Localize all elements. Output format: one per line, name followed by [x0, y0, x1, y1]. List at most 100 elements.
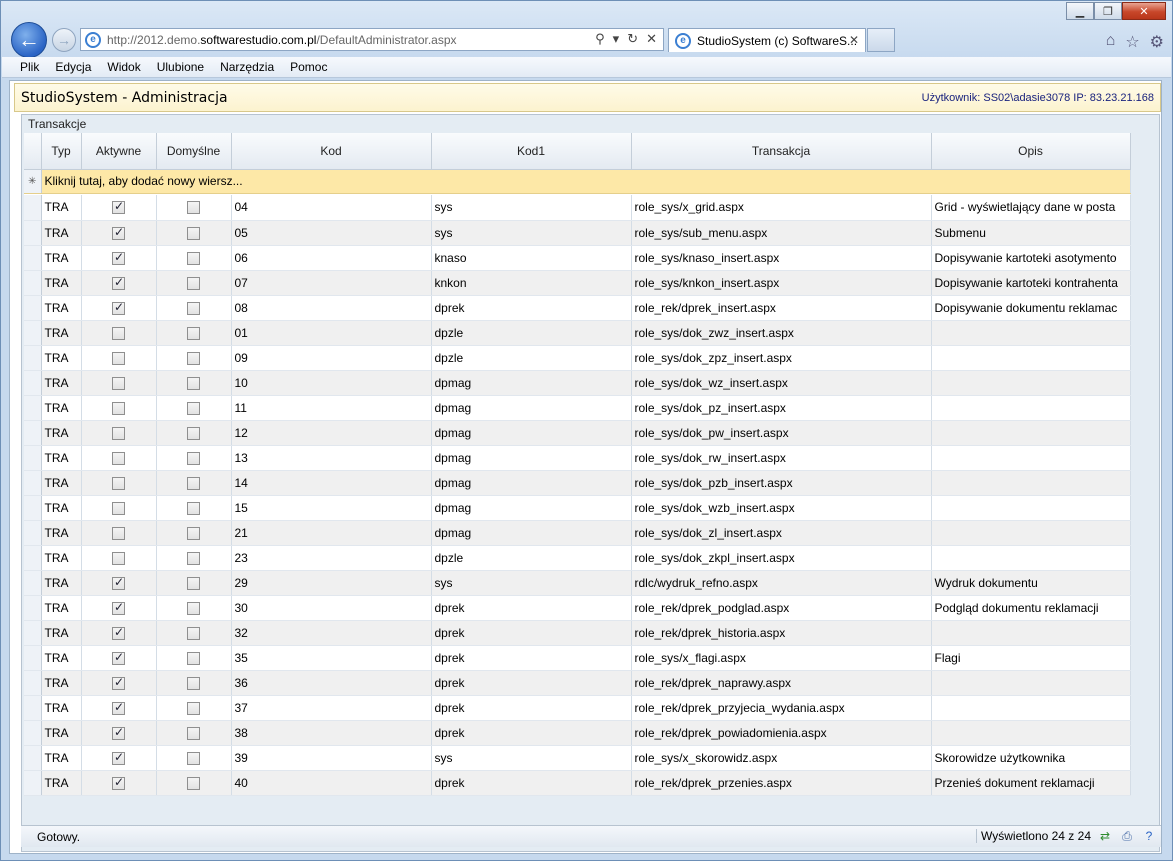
cell-kod1[interactable]: dpzle [431, 345, 632, 371]
cell-domyslne[interactable] [156, 495, 232, 521]
cell-domyslne[interactable] [156, 745, 232, 771]
forward-button[interactable]: → [52, 28, 76, 52]
cell-transakcja[interactable]: role_rek/dprek_naprawy.aspx [631, 670, 932, 696]
cell-typ[interactable]: TRA [41, 645, 82, 671]
cell-typ[interactable]: TRA [41, 695, 82, 721]
cell-domyslne[interactable] [156, 545, 232, 571]
aktywne-checkbox[interactable] [112, 326, 125, 340]
cell-aktywne[interactable] [81, 545, 157, 571]
aktywne-checkbox[interactable] [112, 750, 125, 765]
help-icon[interactable]: ? [1141, 828, 1157, 844]
cell-aktywne[interactable] [81, 420, 157, 446]
cell-typ[interactable]: TRA [41, 270, 82, 296]
cell-kod1[interactable]: dprek [431, 620, 632, 646]
cell-aktywne[interactable] [81, 295, 157, 321]
domyslne-checkbox[interactable] [187, 776, 200, 790]
column-header-transakcja[interactable]: Transakcja [631, 133, 932, 170]
cell-kod[interactable]: 07 [231, 270, 432, 296]
cell-typ[interactable]: TRA [41, 745, 82, 771]
table-row[interactable]: TRA 35dprekrole_sys/x_flagi.aspxFlagi [24, 645, 1131, 671]
domyslne-checkbox[interactable] [187, 501, 200, 515]
aktywne-checkbox[interactable] [112, 451, 125, 465]
cell-domyslne[interactable] [156, 670, 232, 696]
row-selector[interactable] [24, 520, 42, 546]
cell-domyslne[interactable] [156, 295, 232, 321]
table-row[interactable]: TRA 29sysrdlc/wydruk_refno.aspxWydruk dok… [24, 570, 1131, 596]
domyslne-checkbox[interactable] [187, 726, 200, 740]
aktywne-checkbox[interactable] [112, 476, 125, 490]
cell-kod[interactable]: 38 [231, 720, 432, 746]
domyslne-checkbox[interactable] [187, 476, 200, 490]
cell-typ[interactable]: TRA [41, 770, 82, 796]
aktywne-checkbox[interactable] [112, 650, 125, 665]
cell-typ[interactable]: TRA [41, 220, 82, 246]
cell-transakcja[interactable]: role_rek/dprek_powiadomienia.aspx [631, 720, 932, 746]
minimize-button[interactable]: ▁ [1066, 2, 1094, 20]
aktywne-checkbox[interactable] [112, 575, 125, 590]
cell-opis[interactable] [931, 370, 1131, 396]
cell-typ[interactable]: TRA [41, 620, 82, 646]
cell-domyslne[interactable] [156, 395, 232, 421]
address-bar[interactable]: e http://2012.demo.softwarestudio.com.pl… [80, 28, 664, 51]
cell-kod[interactable]: 04 [231, 195, 432, 221]
domyslne-checkbox[interactable] [187, 376, 200, 390]
cell-kod1[interactable]: dpmag [431, 495, 632, 521]
cell-opis[interactable] [931, 620, 1131, 646]
table-row[interactable]: TRA 11 dpmag role_sys/dok_pz_insert.aspx [24, 395, 1131, 421]
cell-kod[interactable]: 36 [231, 670, 432, 696]
cell-opis[interactable] [931, 695, 1131, 721]
address-url[interactable]: http://2012.demo.softwarestudio.com.pl/D… [107, 33, 457, 47]
row-selector[interactable] [24, 470, 42, 496]
domyslne-checkbox[interactable] [187, 201, 200, 215]
aktywne-checkbox[interactable] [112, 376, 125, 390]
cell-aktywne[interactable] [81, 495, 157, 521]
cell-kod1[interactable]: dprek [431, 645, 632, 671]
add-new-row-label[interactable]: Kliknij tutaj, aby dodać nowy wiersz... [41, 169, 1131, 194]
cell-aktywne[interactable] [81, 220, 157, 246]
column-header-kod[interactable]: Kod [231, 133, 432, 170]
aktywne-checkbox[interactable] [112, 775, 125, 790]
table-row[interactable]: TRA 39sysrole_sys/x_skorowidz.aspxSkorowi… [24, 745, 1131, 771]
cell-transakcja[interactable]: role_rek/dprek_historia.aspx [631, 620, 932, 646]
add-new-row[interactable]: ✳ Kliknij tutaj, aby dodać nowy wiersz..… [24, 169, 1131, 194]
cell-kod1[interactable]: dpmag [431, 445, 632, 471]
cell-domyslne[interactable] [156, 445, 232, 471]
cell-kod[interactable]: 14 [231, 470, 432, 496]
cell-typ[interactable]: TRA [41, 670, 82, 696]
domyslne-checkbox[interactable] [187, 226, 200, 240]
cell-typ[interactable]: TRA [41, 195, 82, 221]
table-row[interactable]: TRA 08dprekrole_rek/dprek_insert.aspxDopi… [24, 295, 1131, 321]
cell-transakcja[interactable]: role_sys/dok_zpz_insert.aspx [631, 345, 932, 371]
cell-typ[interactable]: TRA [41, 545, 82, 571]
dropdown-icon[interactable]: ▾ [613, 31, 620, 47]
cell-kod1[interactable]: dprek [431, 695, 632, 721]
domyslne-checkbox[interactable] [187, 326, 200, 340]
cell-transakcja[interactable]: role_rek/dprek_insert.aspx [631, 295, 932, 321]
cell-kod[interactable]: 23 [231, 545, 432, 571]
cell-domyslne[interactable] [156, 245, 232, 271]
cell-transakcja[interactable]: role_sys/sub_menu.aspx [631, 220, 932, 246]
row-selector[interactable] [24, 570, 42, 596]
cell-transakcja[interactable]: role_sys/x_flagi.aspx [631, 645, 932, 671]
row-selector[interactable] [24, 395, 42, 421]
cell-domyslne[interactable] [156, 645, 232, 671]
cell-opis[interactable] [931, 670, 1131, 696]
cell-kod[interactable]: 13 [231, 445, 432, 471]
row-selector[interactable] [24, 720, 42, 746]
cell-typ[interactable]: TRA [41, 320, 82, 346]
cell-typ[interactable]: TRA [41, 245, 82, 271]
cell-opis[interactable]: Dopisywanie kartoteki asotymento [931, 245, 1131, 271]
cell-transakcja[interactable]: role_sys/dok_pz_insert.aspx [631, 395, 932, 421]
cell-transakcja[interactable]: role_sys/dok_rw_insert.aspx [631, 445, 932, 471]
cell-transakcja[interactable]: role_sys/knkon_insert.aspx [631, 270, 932, 296]
cell-kod[interactable]: 32 [231, 620, 432, 646]
cell-opis[interactable]: Przenieś dokument reklamacji [931, 770, 1131, 796]
tab-close-icon[interactable]: ✕ [849, 33, 859, 47]
row-selector[interactable] [24, 420, 42, 446]
domyslne-checkbox[interactable] [187, 676, 200, 690]
row-selector[interactable] [24, 495, 42, 521]
cell-aktywne[interactable] [81, 570, 157, 596]
cell-aktywne[interactable] [81, 595, 157, 621]
aktywne-checkbox[interactable] [112, 199, 125, 215]
cell-typ[interactable]: TRA [41, 720, 82, 746]
